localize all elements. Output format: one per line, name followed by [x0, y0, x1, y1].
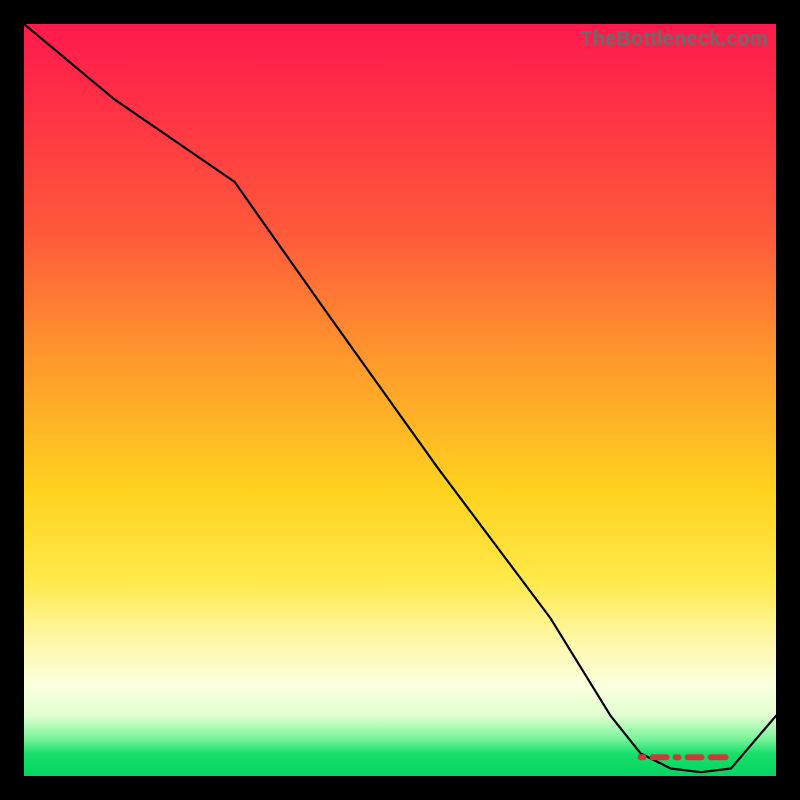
chart-svg — [24, 24, 776, 776]
chart-frame: TheBottleneck.com — [0, 0, 800, 800]
bottleneck-curve — [24, 24, 776, 772]
chart-plot-area: TheBottleneck.com — [24, 24, 776, 776]
